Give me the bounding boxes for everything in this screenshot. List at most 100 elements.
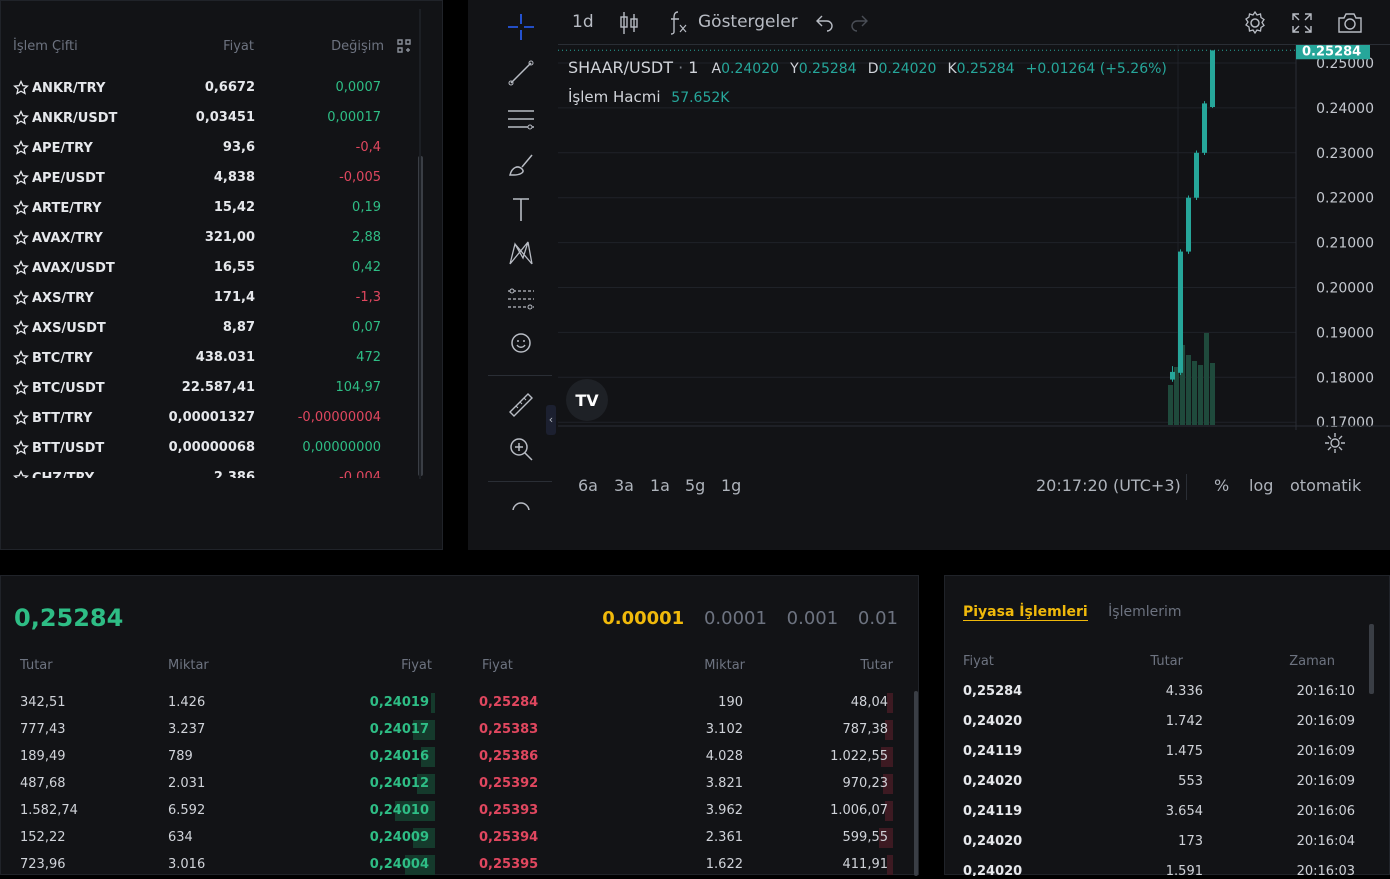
tab-market-trades[interactable]: Piyasa İşlemleri — [963, 604, 1088, 621]
range-5g[interactable]: 5g — [685, 476, 705, 495]
favorite-star-icon[interactable] — [13, 260, 29, 276]
favorite-star-icon[interactable] — [13, 350, 29, 366]
ruler-icon[interactable] — [504, 388, 538, 422]
orderbook-row[interactable]: 152,22 634 0,24009 0,25394 2.361 599,55 — [1, 824, 901, 851]
percent-toggle[interactable]: % — [1214, 476, 1229, 495]
precision-2[interactable]: 0.001 — [787, 608, 839, 629]
fib-icon[interactable] — [504, 282, 538, 316]
pair-row[interactable]: BTC/TRY 438.031 472 — [1, 343, 421, 373]
timeframe-label: 1 — [688, 58, 699, 77]
pair-row[interactable]: ANKR/TRY 0,6672 0,0007 — [1, 73, 421, 103]
tradingview-logo[interactable]: TV — [566, 379, 608, 421]
favorite-star-icon[interactable] — [13, 440, 29, 456]
candle-type-icon[interactable] — [618, 10, 640, 41]
undo-icon[interactable] — [814, 12, 836, 37]
settings-gear-icon[interactable] — [1242, 10, 1268, 41]
zoom-in-icon[interactable] — [504, 432, 538, 466]
camera-icon[interactable] — [1336, 10, 1364, 41]
favorite-star-icon[interactable] — [13, 200, 29, 216]
range-6a[interactable]: 6a — [578, 476, 598, 495]
favorite-star-icon[interactable] — [13, 80, 29, 96]
range-1a[interactable]: 1a — [650, 476, 670, 495]
orderbook-row[interactable]: 723,96 3.016 0,24004 0,25395 1.622 411,91 — [1, 851, 901, 878]
pair-price: 171,4 — [213, 290, 255, 305]
interval-button[interactable]: 1d — [572, 12, 594, 32]
magnet-icon[interactable] — [504, 492, 538, 510]
pair-row[interactable]: APE/TRY 93,6 -0,4 — [1, 133, 421, 163]
pair-row[interactable]: APE/USDT 4,838 -0,005 — [1, 163, 421, 193]
orderbook-scrollbar[interactable] — [914, 691, 918, 876]
trade-fiyat-header: Fiyat — [963, 654, 994, 669]
fullscreen-icon[interactable] — [1290, 11, 1314, 40]
favorite-star-icon[interactable] — [13, 410, 29, 426]
orderbook-row[interactable]: 342,51 1.426 0,24019 0,25284 190 48,04 — [1, 689, 901, 716]
trades-scrollbar[interactable] — [1369, 624, 1374, 694]
pair-row[interactable]: BTC/USDT 22.587,41 104,97 — [1, 373, 421, 403]
ask-miktar: 3.962 — [705, 803, 743, 818]
range-3a[interactable]: 3a — [614, 476, 634, 495]
trend-line-icon[interactable] — [504, 56, 538, 90]
fx-icon[interactable] — [668, 9, 690, 40]
pairs-list: ANKR/TRY 0,6672 0,0007 ANKR/USDT 0,03451 0,00… — [1, 73, 421, 478]
indicators-button[interactable]: Göstergeler — [698, 12, 798, 32]
favorite-star-icon[interactable] — [13, 380, 29, 396]
chart-settings-sun-icon[interactable] — [1324, 432, 1346, 458]
col-change[interactable]: Değişim — [331, 39, 384, 54]
redo-icon[interactable] — [848, 12, 870, 37]
favorite-star-icon[interactable] — [13, 230, 29, 246]
pair-row[interactable]: ANKR/USDT 0,03451 0,00017 — [1, 103, 421, 133]
pair-row[interactable]: AXS/USDT 8,87 0,07 — [1, 313, 421, 343]
trade-tutar-header: Tutar — [1150, 654, 1183, 669]
crosshair-icon[interactable] — [504, 10, 538, 44]
orderbook-row[interactable]: 487,68 2.031 0,24012 0,25392 3.821 970,23 — [1, 770, 901, 797]
pair-row[interactable]: ARTE/TRY 15,42 0,19 — [1, 193, 421, 223]
col-pair[interactable]: İşlem Çifti — [13, 39, 78, 54]
volume-value: 57.652K — [671, 90, 730, 106]
ask-price: 0,25394 — [479, 830, 539, 845]
favorite-star-icon[interactable] — [13, 170, 29, 186]
favorite-star-icon[interactable] — [13, 290, 29, 306]
pair-symbol: APE/USDT — [32, 170, 105, 186]
brush-icon[interactable] — [504, 148, 538, 182]
trade-price: 0,24020 — [963, 714, 1023, 729]
orderbook-row[interactable]: 777,43 3.237 0,24017 0,25383 3.102 787,38 — [1, 716, 901, 743]
col-price[interactable]: Fiyat — [223, 39, 254, 54]
y-tick-label: 0.21000 — [1316, 236, 1374, 252]
pair-change: 0,42 — [352, 260, 381, 275]
tab-my-trades[interactable]: İşlemlerim — [1108, 604, 1181, 620]
trade-row: 0,24020 173 20:16:04 — [945, 826, 1365, 856]
trade-amount: 1.591 — [1165, 864, 1203, 876]
log-toggle[interactable]: log — [1249, 476, 1273, 495]
pair-row[interactable]: BTT/TRY 0,00001327 -0,00000004 — [1, 403, 421, 433]
logo-text: TV — [575, 390, 599, 410]
pattern-icon[interactable] — [504, 236, 538, 270]
candle — [1194, 152, 1199, 198]
toggle-columns-icon[interactable] — [396, 38, 412, 58]
auto-toggle[interactable]: otomatik — [1290, 476, 1361, 495]
precision-0[interactable]: 0.00001 — [602, 608, 684, 629]
orderbook-row[interactable]: 1.582,74 6.592 0,24010 0,25393 3.962 1.006,07 — [1, 797, 901, 824]
precision-1[interactable]: 0.0001 — [704, 608, 767, 629]
favorite-star-icon[interactable] — [13, 470, 29, 478]
range-1g[interactable]: 1g — [721, 476, 741, 495]
pair-row[interactable]: AXS/TRY 171,4 -1,3 — [1, 283, 421, 313]
last-price-tag-text: 0.25284 — [1302, 45, 1361, 59]
emoji-icon[interactable] — [504, 326, 538, 360]
pair-row[interactable]: AVAX/TRY 321,00 2,88 — [1, 223, 421, 253]
bid-tutar: 777,43 — [20, 722, 66, 737]
clock-time[interactable]: 20:17:20 (UTC+3) — [1036, 476, 1181, 495]
text-tool-icon[interactable] — [504, 192, 538, 226]
pair-row[interactable]: CHZ/TRY 2,386 -0,004 — [1, 463, 421, 478]
pair-row[interactable]: BTT/USDT 0,00000068 0,00000000 — [1, 433, 421, 463]
pair-row[interactable]: AVAX/USDT 16,55 0,42 — [1, 253, 421, 283]
pair-price: 438.031 — [195, 350, 255, 365]
orderbook-rows: 342,51 1.426 0,24019 0,25284 190 48,04 777,43 3… — [1, 689, 901, 879]
favorite-star-icon[interactable] — [13, 140, 29, 156]
precision-3[interactable]: 0.01 — [858, 608, 898, 629]
favorite-star-icon[interactable] — [13, 320, 29, 336]
collapse-toolbar-button[interactable]: ‹ — [546, 405, 556, 435]
trade-time: 20:16:10 — [1296, 684, 1355, 699]
favorite-star-icon[interactable] — [13, 110, 29, 126]
orderbook-row[interactable]: 189,49 789 0,24016 0,25386 4.028 1.022,55 — [1, 743, 901, 770]
horizontal-lines-icon[interactable] — [504, 102, 538, 136]
